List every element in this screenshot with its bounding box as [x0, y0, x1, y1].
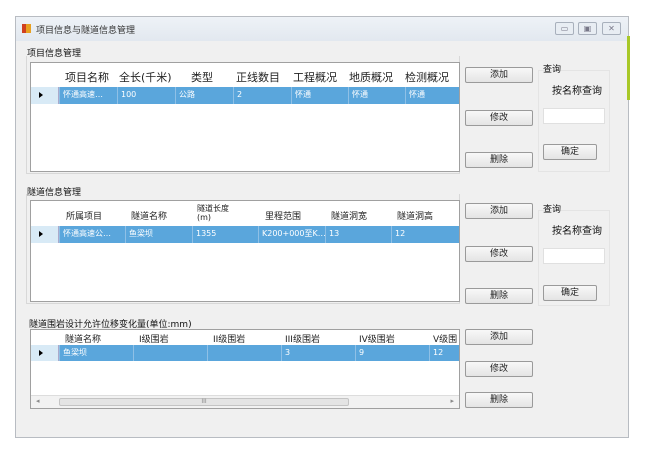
- close-button[interactable]: ✕: [602, 22, 621, 35]
- cell[interactable]: 鱼梁坝: [59, 345, 133, 361]
- column-header[interactable]: 所属项目: [66, 209, 102, 222]
- column-header[interactable]: V级围: [433, 332, 457, 345]
- scroll-indicator: [627, 36, 630, 100]
- column-header[interactable]: 隧道洞高: [397, 209, 433, 222]
- tunnel-add-button[interactable]: 添加: [465, 203, 533, 219]
- cell[interactable]: 公路: [175, 87, 233, 104]
- table-row[interactable]: 怀通高速… 100 公路 2 怀通 怀通 怀通: [31, 87, 459, 104]
- grid-header: 所属项目 隧道名称 隧道长度(m) 里程范围 隧道洞宽 隧道洞高: [31, 201, 459, 226]
- column-header[interactable]: 全长(千米): [119, 69, 172, 85]
- rock-edit-button[interactable]: 修改: [465, 361, 533, 377]
- window-title: 项目信息与隧道信息管理: [36, 26, 136, 36]
- cell[interactable]: K200+000至K…: [258, 226, 325, 243]
- column-header[interactable]: 隧道名称: [131, 209, 167, 222]
- column-header[interactable]: 工程概况: [293, 69, 337, 85]
- column-header[interactable]: I级围岩: [139, 332, 169, 345]
- column-header[interactable]: 检测概况: [405, 69, 449, 85]
- column-header[interactable]: 类型: [191, 69, 213, 85]
- cell[interactable]: 怀通高速公…: [59, 226, 125, 243]
- cell[interactable]: [207, 345, 281, 361]
- column-header[interactable]: III级围岩: [285, 332, 320, 345]
- column-header[interactable]: 地质概况: [349, 69, 393, 85]
- project-edit-button[interactable]: 修改: [465, 110, 533, 126]
- column-header[interactable]: 正线数目: [236, 69, 280, 85]
- cell[interactable]: [133, 345, 207, 361]
- grid-header: 隧道名称 I级围岩 II级围岩 III级围岩 IV级围岩 V级围: [31, 330, 459, 345]
- row-selector[interactable]: [31, 226, 59, 243]
- column-header[interactable]: 项目名称: [65, 69, 109, 85]
- table-row[interactable]: 怀通高速公… 鱼梁坝 1355 K200+000至K… 13 12: [31, 226, 459, 243]
- tunnel-grid[interactable]: 所属项目 隧道名称 隧道长度(m) 里程范围 隧道洞宽 隧道洞高 怀通高速公… …: [30, 200, 460, 302]
- app-icon: [22, 24, 31, 33]
- tunnel-query-label: 按名称查询: [552, 226, 602, 237]
- table-row[interactable]: 鱼梁坝 3 9 12: [31, 345, 459, 361]
- cell[interactable]: 13: [325, 226, 391, 243]
- title-bar: 项目信息与隧道信息管理 ▭ ▣ ✕: [16, 17, 628, 41]
- project-query-input[interactable]: [543, 108, 605, 124]
- row-selector[interactable]: [31, 345, 59, 361]
- grid-header: 项目名称 全长(千米) 类型 正线数目 工程概况 地质概况 检测概况: [31, 63, 459, 87]
- tunnel-delete-button[interactable]: 删除: [465, 288, 533, 304]
- column-header[interactable]: IV级围岩: [359, 332, 395, 345]
- project-confirm-button[interactable]: 确定: [543, 144, 597, 160]
- project-delete-button[interactable]: 删除: [465, 152, 533, 168]
- project-grid[interactable]: 项目名称 全长(千米) 类型 正线数目 工程概况 地质概况 检测概况 怀通高速……: [30, 62, 460, 172]
- tunnel-query-input[interactable]: [543, 248, 605, 264]
- cell[interactable]: 9: [355, 345, 429, 361]
- minimize-button[interactable]: ▭: [555, 22, 574, 35]
- scroll-thumb[interactable]: III: [59, 398, 349, 406]
- column-header[interactable]: II级围岩: [213, 332, 245, 345]
- maximize-button[interactable]: ▣: [578, 22, 597, 35]
- cell[interactable]: 怀通: [348, 87, 405, 104]
- tunnel-query-title: 查询: [543, 205, 562, 215]
- cell[interactable]: 鱼梁坝: [125, 226, 192, 243]
- cell[interactable]: 怀通: [291, 87, 348, 104]
- tunnel-confirm-button[interactable]: 确定: [543, 285, 597, 301]
- tunnel-section-title: 隧道信息管理: [27, 188, 82, 198]
- row-selector[interactable]: [31, 87, 59, 104]
- project-add-button[interactable]: 添加: [465, 67, 533, 83]
- project-query-title: 查询: [543, 65, 562, 75]
- cell[interactable]: 1355: [192, 226, 258, 243]
- cell[interactable]: 3: [281, 345, 355, 361]
- scroll-left-arrow-icon[interactable]: ◂: [36, 397, 40, 405]
- column-header[interactable]: 隧道长度(m): [197, 204, 237, 222]
- rock-grid[interactable]: 隧道名称 I级围岩 II级围岩 III级围岩 IV级围岩 V级围 鱼梁坝 3 9…: [30, 329, 460, 409]
- cell[interactable]: 12: [391, 226, 459, 243]
- project-section-title: 项目信息管理: [27, 49, 82, 59]
- column-header[interactable]: 隧道名称: [65, 332, 101, 345]
- scroll-right-arrow-icon[interactable]: ▸: [450, 397, 454, 405]
- column-header[interactable]: 隧道洞宽: [331, 209, 367, 222]
- rock-add-button[interactable]: 添加: [465, 329, 533, 345]
- cell[interactable]: 100: [117, 87, 175, 104]
- cell[interactable]: 12: [429, 345, 459, 361]
- column-header[interactable]: 里程范围: [265, 209, 301, 222]
- project-query-label: 按名称查询: [552, 86, 602, 97]
- tunnel-edit-button[interactable]: 修改: [465, 246, 533, 262]
- rock-delete-button[interactable]: 删除: [465, 392, 533, 408]
- cell[interactable]: 怀通: [405, 87, 459, 104]
- cell[interactable]: 2: [233, 87, 291, 104]
- horizontal-scrollbar[interactable]: ◂ III ▸: [31, 395, 459, 408]
- cell[interactable]: 怀通高速…: [59, 87, 117, 104]
